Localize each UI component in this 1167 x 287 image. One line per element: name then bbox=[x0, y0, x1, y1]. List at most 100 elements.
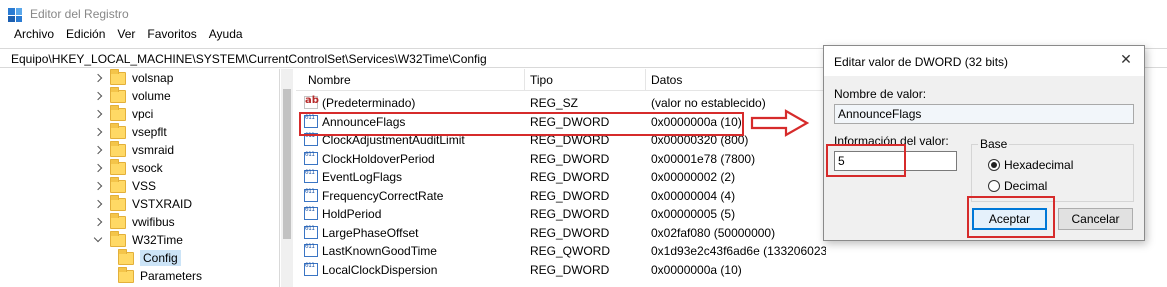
chevron-down-icon[interactable] bbox=[94, 231, 104, 249]
binary-value-icon bbox=[304, 207, 318, 220]
chevron-right-icon[interactable] bbox=[94, 87, 104, 105]
window-title: Editor del Registro bbox=[30, 7, 129, 21]
value-name: LargePhaseOffset bbox=[322, 225, 419, 240]
value-list: Nombre Tipo Datos (Predeterminado) REG_SZ… bbox=[296, 69, 826, 287]
tree-item[interactable]: VSTXRAID bbox=[94, 194, 192, 213]
chevron-right-icon[interactable] bbox=[94, 195, 104, 213]
value-name-field[interactable]: AnnounceFlags bbox=[834, 104, 1134, 124]
chevron-right-icon[interactable] bbox=[94, 69, 104, 87]
tree-item[interactable]: volsnap bbox=[94, 69, 173, 87]
menu-ver[interactable]: Ver bbox=[117, 27, 135, 45]
chevron-right-icon[interactable] bbox=[94, 123, 104, 141]
folder-icon bbox=[118, 248, 134, 265]
binary-value-icon bbox=[304, 244, 318, 257]
column-header-data[interactable]: Datos bbox=[651, 73, 682, 87]
folder-icon bbox=[110, 104, 126, 121]
tree-item[interactable]: Config bbox=[118, 248, 181, 267]
column-header-name[interactable]: Nombre bbox=[308, 73, 351, 87]
value-name-label: Nombre de valor: bbox=[834, 87, 927, 101]
value-data: (valor no establecido) bbox=[651, 96, 766, 110]
tree-item-label: vsepflt bbox=[132, 125, 167, 139]
tree-scrollbar[interactable] bbox=[281, 69, 293, 287]
value-name: (Predeterminado) bbox=[322, 96, 416, 110]
value-data: 0x00000002 (2) bbox=[651, 170, 736, 184]
binary-value-icon bbox=[304, 262, 318, 276]
value-data: 0x1d93e2c43f6ad6e (133206023823863150) bbox=[651, 244, 826, 258]
column-divider[interactable] bbox=[524, 69, 525, 91]
value-name: FrequencyCorrectRate bbox=[322, 188, 444, 203]
tree-item[interactable]: vsock bbox=[94, 158, 163, 177]
menu-edicion[interactable]: Edición bbox=[66, 27, 105, 45]
value-row[interactable]: (Predeterminado) REG_SZ (valor no establec… bbox=[296, 94, 826, 112]
folder-icon bbox=[110, 140, 126, 157]
chevron-right-icon[interactable] bbox=[94, 159, 104, 177]
string-value-icon bbox=[304, 95, 319, 109]
value-name: LocalClockDispersion bbox=[322, 262, 438, 277]
value-type: REG_DWORD bbox=[530, 207, 610, 221]
value-name: EventLogFlags bbox=[322, 170, 403, 184]
radio-decimal-label: Decimal bbox=[1004, 179, 1048, 193]
menu-ayuda[interactable]: Ayuda bbox=[209, 27, 243, 45]
value-type: REG_DWORD bbox=[530, 225, 610, 240]
folder-icon bbox=[110, 86, 126, 103]
value-row[interactable]: LocalClockDispersion REG_DWORD 0x0000000a … bbox=[296, 261, 826, 279]
column-header-type[interactable]: Tipo bbox=[530, 73, 553, 87]
title-bar: Editor del Registro bbox=[0, 0, 1167, 26]
binary-value-icon bbox=[304, 188, 318, 202]
tree-item[interactable]: vsmraid bbox=[94, 140, 174, 159]
radio-selected-icon bbox=[988, 159, 1000, 171]
tree-item-label: vsock bbox=[132, 161, 163, 175]
value-row[interactable]: FrequencyCorrectRate REG_DWORD 0x00000004 … bbox=[296, 187, 826, 205]
tree-item[interactable]: Parameters bbox=[118, 266, 203, 285]
column-divider[interactable] bbox=[645, 69, 646, 91]
annotation-arrow bbox=[750, 109, 810, 137]
base-groupbox: Base Hexadecimal Decimal bbox=[971, 137, 1134, 202]
chevron-right-icon[interactable] bbox=[94, 141, 104, 159]
value-row[interactable]: EventLogFlags REG_DWORD 0x00000002 (2) bbox=[296, 168, 826, 186]
folder-icon bbox=[110, 158, 126, 175]
value-row[interactable]: HoldPeriod REG_DWORD 0x00000005 (5) bbox=[296, 205, 826, 223]
tree-item-label: vwifibus bbox=[132, 215, 175, 229]
chevron-right-icon[interactable] bbox=[94, 177, 104, 195]
value-row[interactable]: LastKnownGoodTime REG_QWORD 0x1d93e2c43f6a… bbox=[296, 242, 826, 260]
folder-icon bbox=[110, 69, 126, 85]
value-name: ClockHoldoverPeriod bbox=[322, 151, 435, 166]
tree-item[interactable]: VSS bbox=[94, 176, 157, 195]
value-data: 0x00000004 (4) bbox=[651, 188, 736, 203]
tree-item[interactable]: volume bbox=[94, 86, 171, 105]
binary-value-icon bbox=[304, 151, 318, 165]
menu-archivo[interactable]: Archivo bbox=[14, 27, 54, 45]
list-header: Nombre Tipo Datos bbox=[296, 69, 826, 91]
tree-scrollbar-thumb[interactable] bbox=[283, 89, 291, 239]
folder-icon bbox=[110, 194, 126, 211]
chevron-right-icon[interactable] bbox=[94, 213, 104, 231]
value-row[interactable]: LargePhaseOffset REG_DWORD 0x02faf080 (500… bbox=[296, 224, 826, 242]
tree-item[interactable]: vwifibus bbox=[94, 212, 175, 231]
value-data: 0x00001e78 (7800) bbox=[651, 151, 756, 166]
folder-icon bbox=[118, 266, 134, 283]
tree-item[interactable]: W32Time bbox=[94, 230, 183, 249]
radio-decimal[interactable]: Decimal bbox=[988, 179, 1047, 193]
dialog-title: Editar valor de DWORD (32 bits) bbox=[834, 55, 1009, 69]
tree-item-label: volume bbox=[132, 89, 171, 103]
value-type: REG_QWORD bbox=[530, 244, 611, 258]
cancel-button[interactable]: Cancelar bbox=[1058, 208, 1133, 230]
tree-item[interactable]: vpci bbox=[94, 104, 153, 123]
value-name: LastKnownGoodTime bbox=[322, 244, 437, 258]
tree-item-label: Parameters bbox=[140, 269, 203, 283]
value-name: HoldPeriod bbox=[322, 207, 382, 221]
folder-icon bbox=[110, 212, 126, 229]
value-type: REG_DWORD bbox=[530, 151, 610, 166]
value-type: REG_SZ bbox=[530, 96, 579, 110]
menu-bar: Archivo Edición Ver Favoritos Ayuda bbox=[0, 27, 243, 45]
menu-favoritos[interactable]: Favoritos bbox=[147, 27, 196, 45]
tree-item-label: W32Time bbox=[132, 233, 183, 247]
tree-item-label: VSS bbox=[132, 179, 157, 193]
folder-icon bbox=[110, 122, 126, 139]
value-row[interactable]: ClockHoldoverPeriod REG_DWORD 0x00001e78 (… bbox=[296, 150, 826, 168]
tree-item[interactable]: vsepflt bbox=[94, 122, 167, 141]
chevron-right-icon[interactable] bbox=[94, 105, 104, 123]
radio-hexadecimal[interactable]: Hexadecimal bbox=[988, 158, 1073, 172]
folder-icon bbox=[110, 176, 126, 193]
close-icon[interactable]: ✕ bbox=[1118, 51, 1134, 67]
